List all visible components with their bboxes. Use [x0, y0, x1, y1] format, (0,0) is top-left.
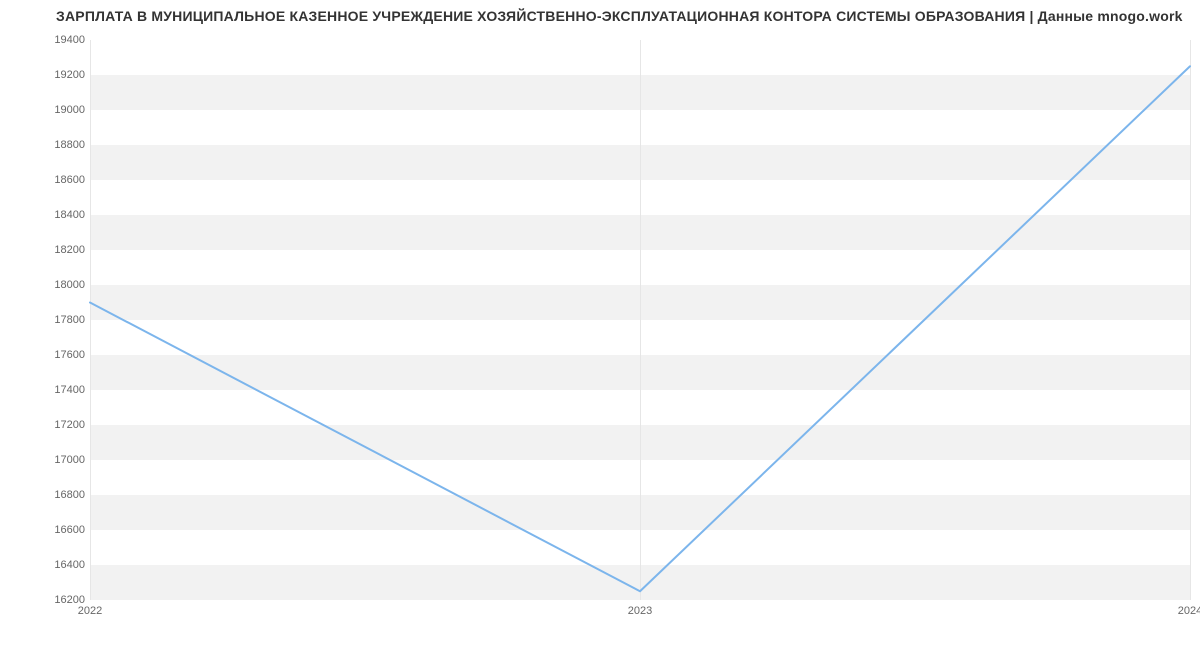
- y-axis-tick-label: 18600: [15, 174, 85, 186]
- chart-title: ЗАРПЛАТА В МУНИЦИПАЛЬНОЕ КАЗЕННОЕ УЧРЕЖД…: [56, 8, 1190, 24]
- y-axis-tick-label: 17400: [15, 384, 85, 396]
- plot-area: [90, 40, 1190, 600]
- x-axis-tick-label: 2024: [1178, 605, 1200, 617]
- y-axis-tick-label: 17200: [15, 419, 85, 431]
- y-axis-tick-label: 16800: [15, 489, 85, 501]
- chart-container: ЗАРПЛАТА В МУНИЦИПАЛЬНОЕ КАЗЕННОЕ УЧРЕЖД…: [0, 0, 1200, 650]
- y-axis-tick-label: 19400: [15, 34, 85, 46]
- y-axis-tick-label: 18800: [15, 139, 85, 151]
- y-axis-tick-label: 18400: [15, 209, 85, 221]
- y-axis-tick-label: 16400: [15, 559, 85, 571]
- x-grid-line: [1190, 40, 1191, 600]
- line-series-layer: [90, 40, 1190, 600]
- x-axis-tick-label: 2022: [78, 605, 102, 617]
- y-axis-tick-label: 19000: [15, 104, 85, 116]
- y-axis-tick-label: 17600: [15, 349, 85, 361]
- y-axis-tick-label: 16600: [15, 524, 85, 536]
- y-axis-tick-label: 17800: [15, 314, 85, 326]
- y-axis-tick-label: 16200: [15, 594, 85, 606]
- y-axis-tick-label: 18200: [15, 244, 85, 256]
- y-axis-tick-label: 17000: [15, 454, 85, 466]
- x-axis-tick-label: 2023: [628, 605, 652, 617]
- y-axis-tick-label: 19200: [15, 69, 85, 81]
- line-series: [90, 66, 1190, 591]
- y-axis-tick-label: 18000: [15, 279, 85, 291]
